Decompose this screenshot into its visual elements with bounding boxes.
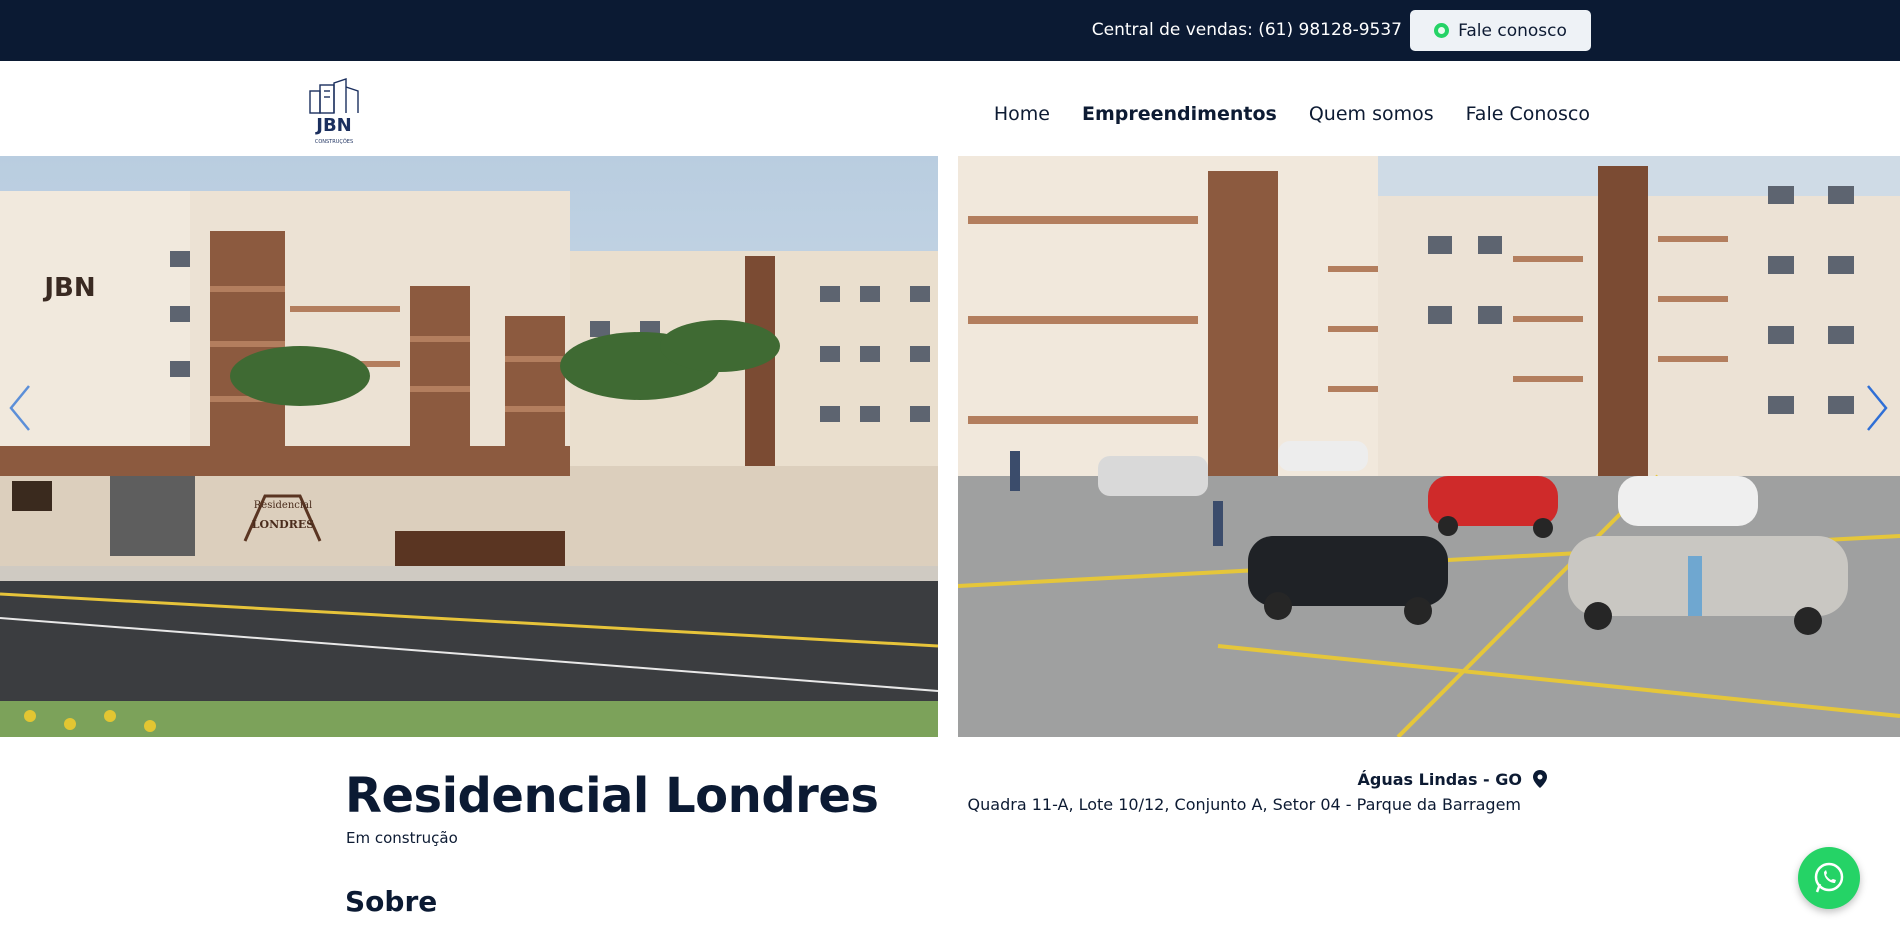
carousel-next-arrow[interactable] bbox=[1862, 378, 1892, 438]
property-city: Águas Lindas - GO bbox=[1357, 770, 1522, 789]
svg-text:Residencial: Residencial bbox=[254, 500, 313, 511]
svg-text:LONDRES: LONDRES bbox=[252, 518, 314, 531]
carousel-slide-facade[interactable]: JBN Residencial LONDRES bbox=[0, 156, 938, 737]
nav-empreendimentos[interactable]: Empreendimentos bbox=[1082, 103, 1277, 125]
top-bar: Central de vendas: (61) 98128-9537 Fale … bbox=[0, 0, 1900, 61]
main-nav: Home Empreendimentos Quem somos Fale Con… bbox=[994, 103, 1590, 125]
contact-button-label: Fale conosco bbox=[1458, 20, 1567, 41]
contact-button[interactable]: Fale conosco bbox=[1410, 10, 1591, 51]
site-header: JBN CONSTRUÇÕES Home Empreendimentos Que… bbox=[0, 61, 1900, 156]
location-pin-icon bbox=[1533, 770, 1547, 788]
svg-text:JBN: JBN bbox=[314, 115, 351, 136]
carousel-prev-arrow[interactable] bbox=[5, 378, 35, 438]
image-carousel: JBN Residencial LONDRES bbox=[0, 156, 1900, 737]
whatsapp-icon bbox=[1434, 23, 1450, 38]
about-heading: Sobre bbox=[345, 885, 438, 918]
sales-phone-text: Central de vendas: (61) 98128-9537 bbox=[1091, 20, 1402, 40]
nav-quem-somos[interactable]: Quem somos bbox=[1309, 103, 1434, 125]
property-status: Em construção bbox=[346, 829, 458, 847]
whatsapp-icon bbox=[1814, 862, 1844, 893]
svg-text:CONSTRUÇÕES: CONSTRUÇÕES bbox=[315, 138, 353, 145]
property-address: Quadra 11-A, Lote 10/12, Conjunto A, Set… bbox=[967, 795, 1521, 814]
company-logo[interactable]: JBN CONSTRUÇÕES bbox=[306, 77, 362, 147]
carousel-slide-parking[interactable] bbox=[958, 156, 1900, 737]
nav-fale-conosco[interactable]: Fale Conosco bbox=[1466, 103, 1590, 125]
nav-home[interactable]: Home bbox=[994, 103, 1050, 125]
property-title: Residencial Londres bbox=[345, 768, 879, 824]
whatsapp-float-button[interactable] bbox=[1798, 847, 1860, 909]
svg-text:JBN: JBN bbox=[42, 273, 95, 303]
